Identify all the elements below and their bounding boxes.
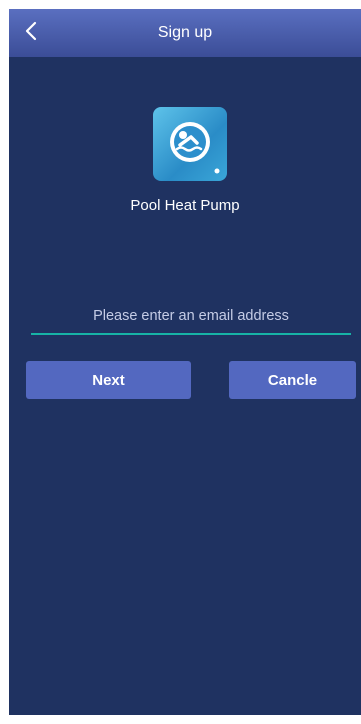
swimmer-icon [170, 122, 220, 174]
page-title: Sign up [157, 24, 213, 41]
header-bar: Sign up [9, 9, 361, 57]
next-button[interactable]: Next [26, 361, 191, 399]
app-logo [153, 107, 227, 181]
app-name: Pool Heat Pump [130, 197, 240, 214]
email-input[interactable] [31, 299, 351, 335]
cancel-button[interactable]: Cancle [229, 361, 356, 399]
signup-screen: Sign up Pool Heat Pump Next Cancle [9, 9, 361, 715]
